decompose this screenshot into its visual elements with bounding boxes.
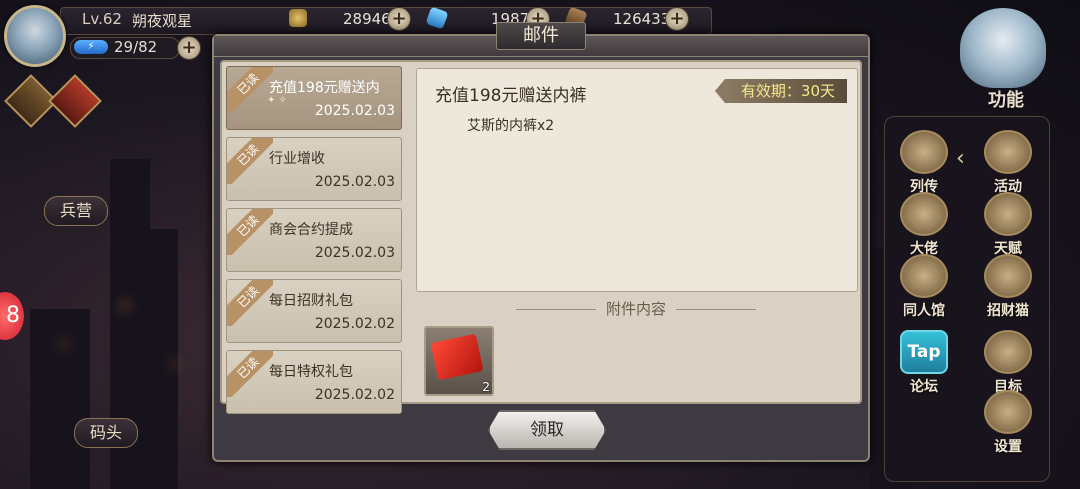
boss-icon (900, 192, 948, 236)
energy-value: 29/82 (114, 38, 158, 56)
window-title-text: 邮件 (496, 22, 586, 50)
attachment-header: 附件内容 (416, 298, 856, 319)
mail-item-title: 每日招财礼包 (269, 293, 353, 309)
mail-window: 邮件 已读 充值198元赠送内 ✦ ✧ 2025.02.03 已读 行业增收 2… (212, 22, 870, 462)
menu-talent[interactable]: 天赋 (978, 192, 1038, 258)
expiry-badge: 有效期：30天 (714, 79, 847, 103)
mail-item-date: 2025.02.03 (314, 103, 395, 119)
menu-biography[interactable]: 列传 (894, 130, 954, 196)
mail-content: 充值198元赠送内裤 有效期：30天 艾斯的内裤x2 (416, 68, 858, 292)
attachment-item[interactable]: 2 (424, 326, 494, 396)
mail-item[interactable]: 已读 每日特权礼包 2025.02.02 (226, 350, 402, 414)
menu-goals[interactable]: 目标 (978, 330, 1038, 396)
tap-icon: Tap (900, 330, 948, 374)
read-tag-label: 已读 (227, 280, 273, 326)
menu-lucky-cat[interactable]: 招财猫 (978, 254, 1038, 320)
menu-label: 同人馆 (903, 303, 945, 319)
read-tag-label: 已读 (227, 138, 273, 184)
scroll-icon (984, 330, 1032, 374)
read-tag: 已读 (227, 351, 273, 397)
lucky-cat-icon (984, 254, 1032, 298)
mail-item[interactable]: 已读 行业增收 2025.02.03 (226, 137, 402, 201)
player-name: 朔夜观星 (132, 12, 193, 30)
dock-button[interactable]: 码头 (74, 418, 138, 448)
book-icon (900, 130, 948, 174)
chevron-left-icon[interactable]: ‹ (956, 146, 965, 171)
player-avatar[interactable] (4, 5, 66, 67)
underwear-icon (430, 333, 484, 381)
mail-item-date: 2025.02.02 (314, 387, 395, 403)
mail-item-date: 2025.02.03 (314, 174, 395, 190)
read-tag: 已读 (227, 138, 273, 184)
menu-label: 招财猫 (987, 303, 1029, 319)
divider-right (676, 309, 756, 310)
menu-forum[interactable]: Tap 论坛 (894, 330, 954, 396)
mail-body: 艾斯的内裤x2 (467, 118, 555, 134)
divider-left (515, 309, 596, 310)
mail-item-selected[interactable]: 已读 充值198元赠送内 ✦ ✧ 2025.02.03 (226, 66, 402, 130)
add-energy-button[interactable]: + (177, 36, 201, 60)
function-character-icon[interactable] (960, 8, 1046, 88)
mail-list[interactable]: 已读 充值198元赠送内 ✦ ✧ 2025.02.03 已读 行业增收 2025… (226, 66, 404, 414)
menu-fan-hall[interactable]: 同人馆 (894, 254, 954, 320)
lightning-icon: ⚡ (74, 40, 108, 54)
menu-label: 设置 (994, 439, 1022, 455)
mail-item-title: 商会合约提成 (269, 222, 353, 238)
read-tag: 已读 (227, 67, 273, 113)
mail-inner-panel: 已读 充值198元赠送内 ✦ ✧ 2025.02.03 已读 行业增收 2025… (220, 60, 862, 414)
attachment-count: 2 (482, 380, 490, 394)
mail-item[interactable]: 已读 每日招财礼包 2025.02.02 (226, 279, 402, 343)
menu-settings[interactable]: 设置 (978, 390, 1038, 456)
sparkle-icon: ✦ ✧ (267, 95, 287, 106)
hall-icon (900, 254, 948, 298)
gear-icon (984, 390, 1032, 434)
read-tag-label: 已读 (227, 351, 273, 397)
menu-boss[interactable]: 大佬 (894, 192, 954, 258)
mail-item-date: 2025.02.03 (314, 245, 395, 261)
star-badge-icon (984, 130, 1032, 174)
function-label: 功能 (988, 90, 1024, 111)
talent-icon (984, 192, 1032, 236)
read-tag: 已读 (227, 280, 273, 326)
menu-events[interactable]: 活动 (978, 130, 1038, 196)
attachment-label: 附件内容 (605, 300, 666, 318)
mail-item[interactable]: 已读 商会合约提成 2025.02.03 (226, 208, 402, 272)
mail-title: 充值198元赠送内裤 (435, 86, 587, 106)
barracks-button[interactable]: 兵营 (44, 196, 108, 226)
player-level: Lv.62 (82, 10, 122, 28)
read-tag: 已读 (227, 209, 273, 255)
claim-button[interactable]: 领取 (488, 410, 606, 450)
read-tag-label: 已读 (227, 209, 273, 255)
window-title: 邮件 (214, 22, 868, 50)
read-tag-label: 已读 (227, 67, 273, 113)
menu-label: 论坛 (910, 379, 938, 395)
mail-item-title: 行业增收 (269, 151, 325, 167)
mail-item-title: 充值198元赠送内 (269, 80, 380, 96)
mail-item-title: 每日特权礼包 (269, 364, 353, 380)
mail-item-date: 2025.02.02 (314, 316, 395, 332)
